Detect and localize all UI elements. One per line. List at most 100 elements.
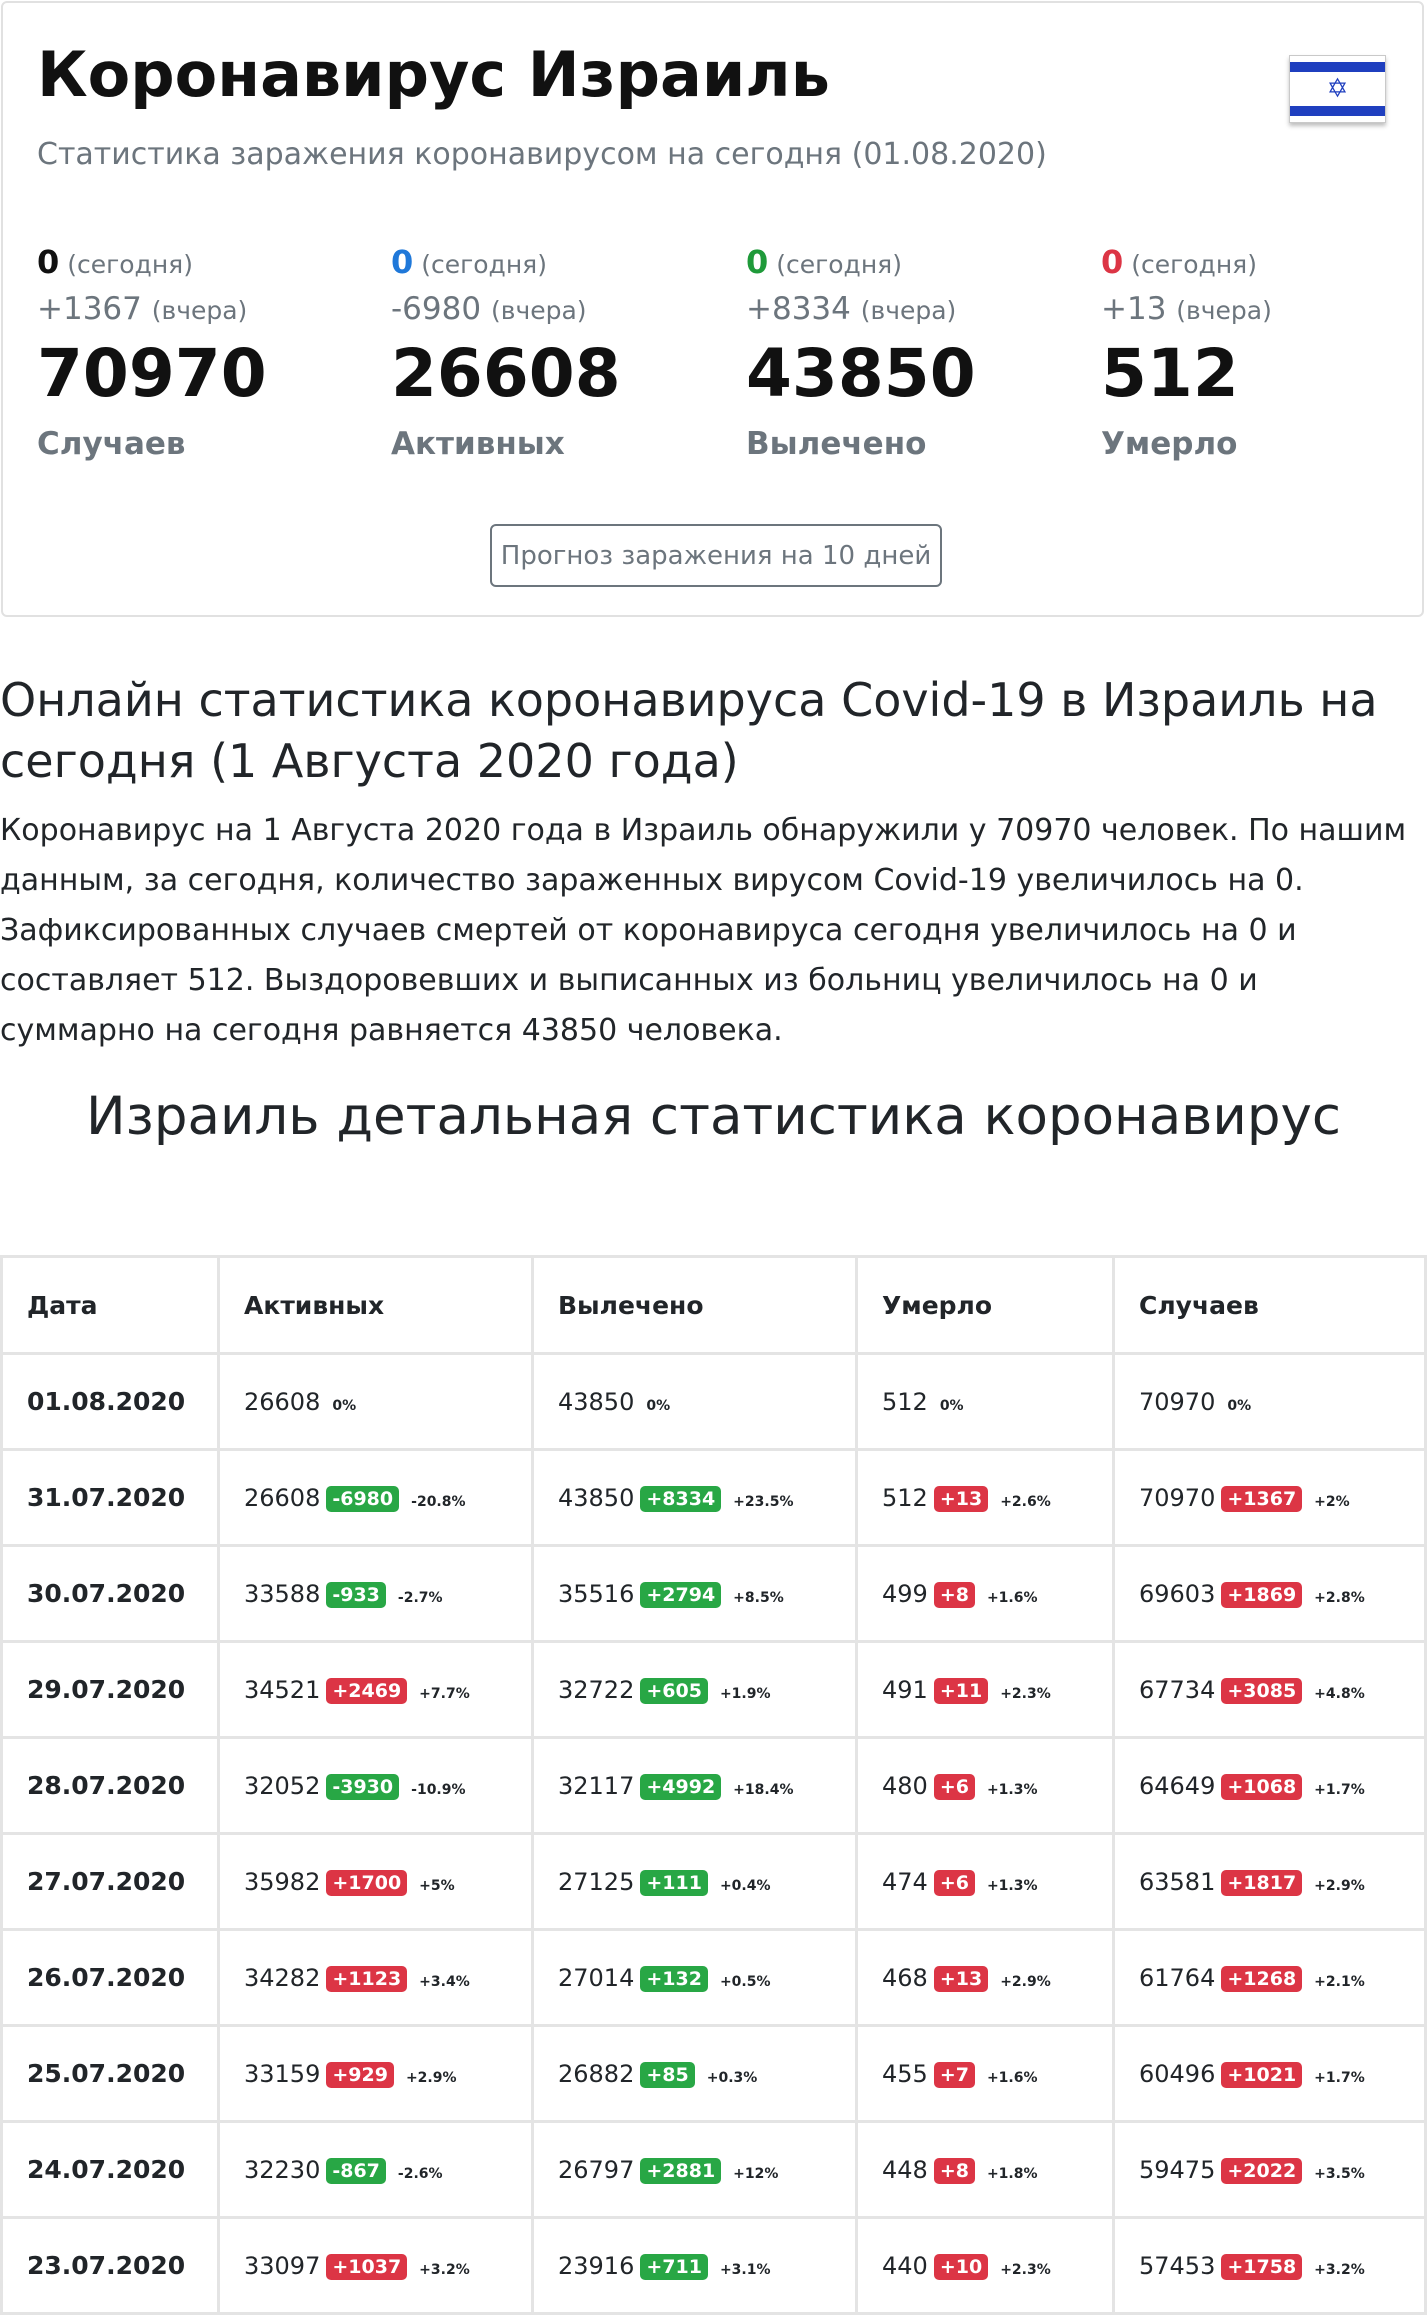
cell-value: 70970 (1139, 1387, 1216, 1416)
cell-value: 35982 (244, 1867, 321, 1896)
delta-badge: +1021 (1221, 2061, 1303, 2088)
stat-yesterday-value: +13 (1101, 291, 1167, 327)
stat-today-label: (сегодня) (776, 250, 902, 279)
cell-value: 63581 (1139, 1867, 1216, 1896)
percent-change: +2.9% (405, 2069, 457, 2086)
stat-total: 70970 (37, 335, 267, 412)
cell-value: 59475 (1139, 2155, 1216, 2184)
cell-active: 32052 -3930 -10.9% (217, 1736, 534, 1835)
cell-value: 43850 (558, 1483, 635, 1512)
cell-active: 26608 0% (217, 1352, 534, 1451)
cell-value: 480 (882, 1771, 928, 1800)
stat-today-value: 0 (391, 243, 414, 281)
detail-stats-heading: Израиль детальная статистика коронавирус (86, 1086, 1341, 1147)
forecast-button[interactable]: Прогноз заражения на 10 дней (490, 524, 942, 587)
table-header-row: Дата Активных Вылечено Умерло Случаев (0, 1255, 1427, 1355)
cell-deaths: 455 +7 +1.6% (855, 2024, 1115, 2123)
delta-badge: +605 (640, 1677, 708, 1704)
delta-badge: +711 (640, 2253, 708, 2280)
stat-yesterday-value: +1367 (37, 291, 142, 327)
delta-badge: +1268 (1221, 1965, 1303, 1992)
cell-value: 35516 (558, 1579, 635, 1608)
delta-badge: +13 (933, 1485, 989, 1512)
cell-cases: 57453 +1758 +3.2% (1112, 2216, 1427, 2315)
delta-badge: -3930 (326, 1773, 400, 1800)
cell-value: 32230 (244, 2155, 321, 2184)
cell-date: 24.07.2020 (0, 2120, 220, 2219)
online-stats-heading: Онлайн статистика коронавируса Covid-19 … (0, 673, 1378, 788)
stat-yesterday-value: +8334 (746, 291, 851, 327)
percent-change: +18.4% (733, 1781, 794, 1798)
cell-recovered: 43850 0% (531, 1352, 858, 1451)
cell-value: 448 (882, 2155, 928, 2184)
cell-cases: 63581 +1817 +2.9% (1112, 1832, 1427, 1931)
stat-today-label: (сегодня) (1131, 250, 1257, 279)
stat-label: Активных (391, 426, 565, 463)
cell-deaths: 474 +6 +1.3% (855, 1832, 1115, 1931)
table-row: 25.07.2020 33159 +929 +2.9% 26882 +85 +0.3% 455… (0, 2024, 1427, 2123)
percent-change: +3.4% (419, 1973, 470, 1990)
cell-cases: 70970 +1367 +2% (1112, 1448, 1427, 1547)
percent-change: 0% (332, 1397, 357, 1414)
percent-change: 0% (1227, 1397, 1252, 1414)
cell-value: 57453 (1139, 2251, 1216, 2280)
online-stats-paragraph: Коронавирус на 1 Августа 2020 года в Изр… (0, 813, 1407, 1048)
stat-today-value: 0 (37, 243, 60, 281)
cell-active: 26608 -6980 -20.8% (217, 1448, 534, 1547)
cell-value: 32052 (244, 1771, 321, 1800)
percent-change: +1.3% (986, 1877, 1038, 1894)
cell-value: 33097 (244, 2251, 321, 2280)
delta-badge: -867 (326, 2157, 386, 2184)
summary-card: Коронавирус Израиль Статистика заражения… (1, 1, 1424, 617)
percent-change: +2.1% (1314, 1973, 1365, 1990)
delta-badge: +1869 (1221, 1581, 1303, 1608)
cell-deaths: 440 +10 +2.3% (855, 2216, 1115, 2315)
stat-yesterday-label: (вчера) (151, 296, 248, 325)
percent-change: +3.2% (1314, 2261, 1365, 2278)
percent-change: +1.7% (1314, 2069, 1365, 2086)
stat-cases: 0 (сегодня) +1367 (вчера) 70970 Случаев (37, 243, 377, 462)
cell-value: 64649 (1139, 1771, 1216, 1800)
stat-recovered: 0 (сегодня) +8334 (вчера) 43850 Вылечено (746, 243, 1086, 462)
delta-badge: +1123 (326, 1965, 408, 1992)
percent-change: +3.5% (1314, 2165, 1365, 2182)
cell-recovered: 23916 +711 +3.1% (531, 2216, 858, 2315)
cell-value: 499 (882, 1579, 928, 1608)
cell-cases: 60496 +1021 +1.7% (1112, 2024, 1427, 2123)
table-body: 01.08.2020 26608 0% 43850 0% 512 0% 70970 0% 31.0… (0, 1352, 1427, 2315)
table-row: 27.07.2020 35982 +1700 +5% 27125 +111 +0.4% 474… (0, 1832, 1427, 1931)
percent-change: +1.6% (986, 1589, 1038, 1606)
cell-active: 33159 +929 +2.9% (217, 2024, 534, 2123)
percent-change: +1.7% (1314, 1781, 1365, 1798)
stat-today-label: (сегодня) (421, 250, 547, 279)
cell-value: 512 (882, 1483, 928, 1512)
cell-recovered: 43850 +8334 +23.5% (531, 1448, 858, 1547)
cell-cases: 67734 +3085 +4.8% (1112, 1640, 1427, 1739)
cell-date: 25.07.2020 (0, 2024, 220, 2123)
cell-active: 33588 -933 -2.7% (217, 1544, 534, 1643)
percent-change: +4.8% (1314, 1685, 1365, 1702)
page-subtitle: Статистика заражения коронавирусом на се… (37, 137, 1047, 172)
percent-change: +1.9% (719, 1685, 771, 1702)
percent-change: +12% (733, 2165, 779, 2182)
cell-value: 33588 (244, 1579, 321, 1608)
delta-badge: +929 (326, 2061, 394, 2088)
delta-badge: +7 (933, 2061, 975, 2088)
cell-date: 23.07.2020 (0, 2216, 220, 2315)
percent-change: +1.3% (986, 1781, 1038, 1798)
percent-change: +5% (419, 1877, 455, 1894)
stat-today-label: (сегодня) (67, 250, 193, 279)
cell-deaths: 468 +13 +2.9% (855, 1928, 1115, 2027)
cell-value: 70970 (1139, 1483, 1216, 1512)
table-row: 30.07.2020 33588 -933 -2.7% 35516 +2794 +8.5% 4… (0, 1544, 1427, 1643)
delta-badge: +6 (933, 1869, 975, 1896)
percent-change: +3.2% (419, 2261, 470, 2278)
stat-active: 0 (сегодня) -6980 (вчера) 26608 Активных (391, 243, 731, 462)
percent-change: 0% (939, 1397, 964, 1414)
percent-change: -2.6% (397, 2165, 443, 2182)
cell-value: 69603 (1139, 1579, 1216, 1608)
cell-value: 61764 (1139, 1963, 1216, 1992)
cell-value: 26797 (558, 2155, 635, 2184)
delta-badge: -933 (326, 1581, 386, 1608)
stat-label: Случаев (37, 426, 186, 463)
